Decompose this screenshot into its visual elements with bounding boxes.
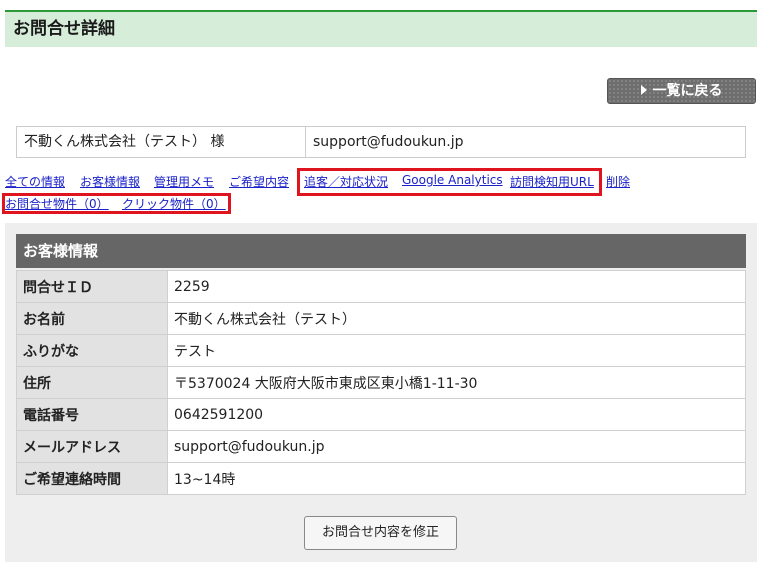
table-row: ご希望連絡時間 13~14時 <box>16 462 746 495</box>
customer-summary: 不動くん株式会社（テスト） 様 support@fudoukun.jp <box>16 126 746 158</box>
table-row: ふりがな テスト <box>16 334 746 367</box>
row-value: 0642591200 <box>167 398 746 431</box>
back-to-list-button[interactable]: 一覧に戻る <box>607 78 756 104</box>
play-icon <box>640 85 647 95</box>
row-label: 問合せＩＤ <box>16 270 168 303</box>
customer-name: 不動くん株式会社（テスト） 様 <box>17 127 306 157</box>
link-customer-info[interactable]: お客様情報 <box>80 173 140 190</box>
customer-info-table: 問合せＩＤ 2259 お名前 不動くん株式会社（テスト） ふりがな テスト 住所… <box>16 270 746 495</box>
row-value: 13~14時 <box>167 462 746 495</box>
link-desired-content[interactable]: ご希望内容 <box>229 173 289 190</box>
link-delete[interactable]: 削除 <box>606 173 630 190</box>
row-value: 不動くん株式会社（テスト） <box>167 302 746 335</box>
page-header: お問合せ詳細 <box>5 10 757 47</box>
table-row: 電話番号 0642591200 <box>16 398 746 431</box>
row-value: 2259 <box>167 270 746 303</box>
customer-info-panel: お客様情報 問合せＩＤ 2259 お名前 不動くん株式会社（テスト） ふりがな … <box>5 223 757 562</box>
row-label: お名前 <box>16 302 168 335</box>
highlight-box-properties <box>2 193 231 214</box>
row-value: support@fudoukun.jp <box>167 430 746 463</box>
link-admin-memo[interactable]: 管理用メモ <box>154 173 214 190</box>
customer-email: support@fudoukun.jp <box>313 134 464 150</box>
row-label: 電話番号 <box>16 398 168 431</box>
page-title: お問合せ詳細 <box>13 19 115 39</box>
table-row: 問合せＩＤ 2259 <box>16 270 746 303</box>
table-row: お名前 不動くん株式会社（テスト） <box>16 302 746 335</box>
link-all-info[interactable]: 全ての情報 <box>5 173 65 190</box>
row-label: 住所 <box>16 366 168 399</box>
page: お問合せ詳細 一覧に戻る 不動くん株式会社（テスト） 様 support@fud… <box>0 0 774 562</box>
highlight-box-links <box>297 168 602 196</box>
panel-title: お客様情報 <box>16 234 746 268</box>
back-to-list-label: 一覧に戻る <box>652 83 723 99</box>
row-label: ご希望連絡時間 <box>16 462 168 495</box>
row-value: テスト <box>167 334 746 367</box>
table-row: 住所 〒5370024 大阪府大阪市東成区東小橋1-11-30 <box>16 366 746 399</box>
row-label: ふりがな <box>16 334 168 367</box>
row-label: メールアドレス <box>16 430 168 463</box>
table-row: メールアドレス support@fudoukun.jp <box>16 430 746 463</box>
edit-inquiry-button[interactable]: お問合せ内容を修正 <box>304 516 457 550</box>
row-value: 〒5370024 大阪府大阪市東成区東小橋1-11-30 <box>167 366 746 399</box>
